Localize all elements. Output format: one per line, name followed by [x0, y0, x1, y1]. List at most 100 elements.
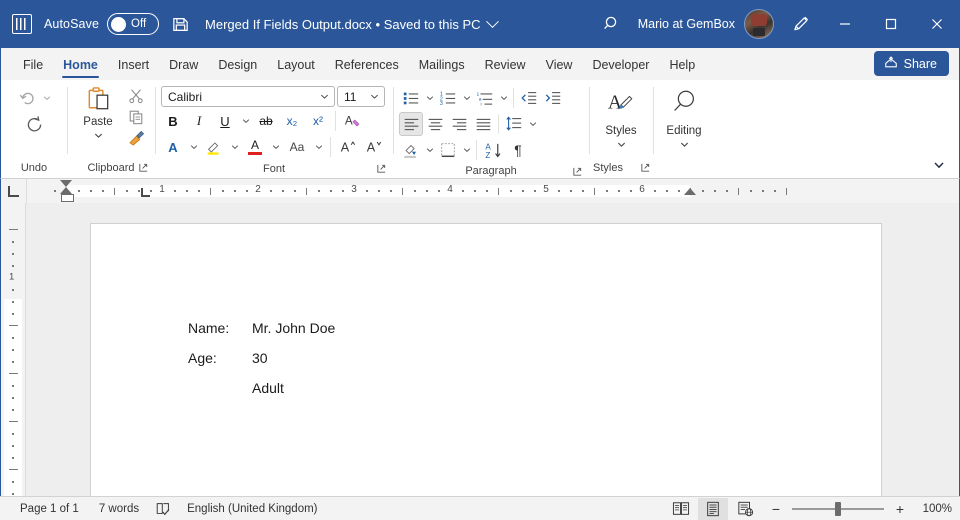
borders-icon[interactable]: [436, 138, 460, 162]
vertical-ruler[interactable]: 1: [1, 203, 26, 496]
subscript-button[interactable]: x₂: [280, 109, 304, 133]
left-indent-marker[interactable]: [61, 194, 74, 202]
read-mode-icon[interactable]: [666, 498, 696, 520]
save-icon[interactable]: [159, 15, 201, 34]
align-right-icon[interactable]: [447, 112, 471, 136]
paragraph-dialog-launcher-icon[interactable]: [572, 165, 583, 176]
word-app-icon[interactable]: [0, 14, 44, 34]
highlight-icon[interactable]: [202, 135, 226, 159]
zoom-level[interactable]: 100%: [916, 503, 952, 515]
avatar[interactable]: [744, 9, 774, 39]
collapse-ribbon-chevron-down-icon[interactable]: [929, 156, 949, 174]
line-spacing-icon[interactable]: [502, 112, 526, 136]
styles-button[interactable]: A Styles: [595, 84, 647, 154]
tab-references[interactable]: References: [325, 50, 409, 80]
bullets-chevron-down-icon[interactable]: [423, 86, 436, 110]
tab-developer[interactable]: Developer: [582, 50, 659, 80]
document-canvas[interactable]: Name: Mr. John Doe Age: 30 Adult: [26, 203, 959, 496]
horizontal-ruler-track[interactable]: 123456: [27, 179, 959, 203]
font-dialog-launcher-icon[interactable]: [376, 162, 387, 173]
bullet-list-icon[interactable]: [399, 86, 423, 110]
multilevel-chevron-down-icon[interactable]: [497, 86, 510, 110]
grow-font-button[interactable]: A: [336, 135, 360, 159]
justify-icon[interactable]: [471, 112, 495, 136]
italic-button[interactable]: I: [187, 109, 211, 133]
paste-button[interactable]: Paste: [75, 84, 121, 145]
autosave-toggle[interactable]: Off: [107, 13, 159, 35]
chevron-down-icon[interactable]: [486, 15, 499, 28]
tab-help[interactable]: Help: [659, 50, 705, 80]
zoom-slider[interactable]: [792, 508, 884, 510]
font-name-chevron-down-icon[interactable]: [316, 92, 332, 101]
tab-review[interactable]: Review: [475, 50, 536, 80]
font-name-combobox[interactable]: Calibri: [161, 86, 335, 107]
tab-stop-left-icon[interactable]: [1, 179, 27, 203]
tab-home[interactable]: Home: [53, 50, 108, 80]
font-color-button[interactable]: A: [243, 135, 267, 159]
document-title[interactable]: Merged If Fields Output.docx • Saved to …: [205, 17, 497, 32]
increase-indent-icon[interactable]: [541, 86, 565, 110]
styles-chevron-down-icon[interactable]: [617, 136, 626, 154]
document-page[interactable]: Name: Mr. John Doe Age: 30 Adult: [90, 223, 882, 496]
undo-dropdown-icon[interactable]: [41, 86, 54, 110]
show-formatting-marks-button[interactable]: ¶: [506, 138, 530, 162]
tab-file[interactable]: File: [13, 50, 53, 80]
tab-draw[interactable]: Draw: [159, 50, 208, 80]
first-line-indent-marker[interactable]: [60, 180, 72, 187]
hanging-indent-marker[interactable]: [60, 187, 72, 194]
zoom-in-button[interactable]: +: [892, 500, 908, 518]
align-left-icon[interactable]: [399, 112, 423, 136]
word-count[interactable]: 7 words: [89, 498, 149, 520]
shading-chevron-down-icon[interactable]: [423, 138, 436, 162]
close-button[interactable]: [914, 0, 960, 48]
underline-button[interactable]: U: [213, 109, 237, 133]
editing-button[interactable]: Editing: [659, 84, 709, 154]
font-color-chevron-down-icon[interactable]: [269, 135, 282, 159]
shading-icon[interactable]: [399, 138, 423, 162]
right-indent-marker[interactable]: [684, 188, 696, 195]
text-effects-button[interactable]: A: [161, 135, 185, 159]
print-layout-icon[interactable]: [698, 498, 728, 520]
line-spacing-chevron-down-icon[interactable]: [526, 112, 539, 136]
highlight-chevron-down-icon[interactable]: [228, 135, 241, 159]
zoom-out-button[interactable]: −: [768, 500, 784, 518]
clear-formatting-icon[interactable]: A: [341, 109, 365, 133]
minimize-button[interactable]: [822, 0, 868, 48]
tab-layout[interactable]: Layout: [267, 50, 325, 80]
proofing-icon[interactable]: [149, 498, 177, 520]
strikethrough-button[interactable]: ab: [254, 109, 278, 133]
tab-design[interactable]: Design: [208, 50, 267, 80]
decrease-indent-icon[interactable]: [517, 86, 541, 110]
undo-icon[interactable]: [15, 86, 41, 110]
paste-dropdown-icon[interactable]: [94, 127, 103, 145]
editing-chevron-down-icon[interactable]: [680, 136, 689, 154]
horizontal-ruler[interactable]: 123456: [0, 179, 960, 203]
shrink-font-button[interactable]: A: [362, 135, 386, 159]
styles-dialog-launcher-icon[interactable]: [640, 161, 651, 172]
ruler-tab-stop[interactable]: [141, 188, 150, 197]
superscript-button[interactable]: x²: [306, 109, 330, 133]
tab-view[interactable]: View: [536, 50, 583, 80]
web-layout-icon[interactable]: [730, 498, 760, 520]
zoom-slider-thumb[interactable]: [835, 502, 841, 516]
page-status[interactable]: Page 1 of 1: [10, 498, 89, 520]
text-effects-chevron-down-icon[interactable]: [187, 135, 200, 159]
format-painter-icon[interactable]: [125, 128, 147, 148]
multilevel-list-icon[interactable]: 1 a i: [473, 86, 497, 110]
clipboard-dialog-launcher-icon[interactable]: [138, 161, 149, 172]
numbering-chevron-down-icon[interactable]: [460, 86, 473, 110]
numbered-list-icon[interactable]: 1 2 3: [436, 86, 460, 110]
change-case-chevron-down-icon[interactable]: [312, 135, 325, 159]
maximize-button[interactable]: [868, 0, 914, 48]
align-center-icon[interactable]: [423, 112, 447, 136]
sort-icon[interactable]: A Z: [480, 138, 506, 162]
borders-chevron-down-icon[interactable]: [460, 138, 473, 162]
copy-icon[interactable]: [125, 107, 147, 127]
tab-insert[interactable]: Insert: [108, 50, 159, 80]
pen-icon[interactable]: [780, 14, 822, 34]
underline-chevron-down-icon[interactable]: [239, 109, 252, 133]
font-size-combobox[interactable]: 11: [337, 86, 385, 107]
bold-button[interactable]: B: [161, 109, 185, 133]
language-status[interactable]: English (United Kingdom): [177, 498, 327, 520]
change-case-button[interactable]: Aa: [284, 135, 310, 159]
